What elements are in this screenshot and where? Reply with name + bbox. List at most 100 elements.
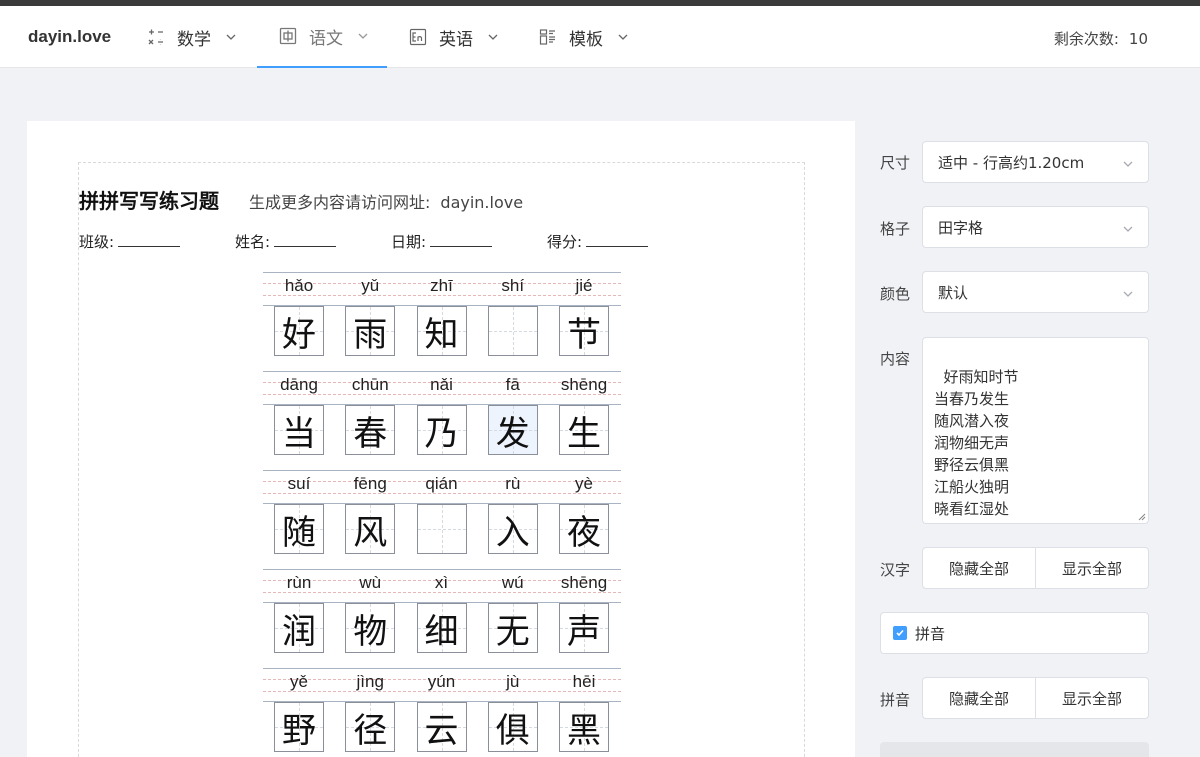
nav-english[interactable]: 英语 [409, 6, 499, 68]
nav-math[interactable]: 数学 [147, 6, 237, 68]
tianzige-cell[interactable] [487, 306, 538, 356]
chevron-down-icon [1122, 221, 1134, 233]
practice-row: yě 野 jìng 径 yún 云 jù 俱 hēi 黑 [263, 668, 621, 752]
field-class: 班级: [79, 231, 181, 252]
subtitle-text: 生成更多内容请访问网址: [249, 193, 431, 212]
tianzige-cell[interactable]: 黑 [559, 702, 609, 752]
pinyin-text: yè [575, 474, 593, 493]
hanzi-button-group: 隐藏全部 显示全部 [922, 547, 1149, 589]
tianzige-cell[interactable]: 节 [559, 306, 609, 356]
pinyin-text: yǔ [361, 276, 380, 295]
pinyin-text: jìng [356, 672, 384, 691]
tianzige-cell[interactable]: 风 [345, 504, 396, 554]
nav-math-label: 数学 [177, 29, 211, 50]
hanzi-show-all-button[interactable]: 显示全部 [1036, 547, 1149, 589]
tianzige-cell[interactable]: 好 [274, 306, 324, 356]
pinyin-text: fā [505, 375, 520, 394]
tianzige-cell[interactable]: 俱 [487, 702, 538, 752]
tianzige-cell[interactable]: 当 [274, 405, 324, 455]
hanzi-char: 黑 [567, 710, 601, 751]
tianzige-cell[interactable]: 随 [274, 504, 324, 554]
tianzige-cell[interactable]: 夜 [559, 504, 609, 554]
chevron-down-icon [1122, 286, 1134, 298]
tianzige-cell[interactable]: 入 [487, 504, 538, 554]
tianzige-cell[interactable]: 物 [345, 603, 396, 653]
pinyin-text: hǎo [284, 276, 314, 295]
tianzige-cell[interactable]: 乃 [416, 405, 467, 455]
brand-logo[interactable]: dayin.love [28, 27, 111, 47]
nav-template[interactable]: 模板 [539, 6, 629, 68]
content-text: 好雨知时节 当春乃发生 随风潜入夜 润物细无声 野径云俱黑 江船火独明 晓看红湿… [934, 368, 1019, 523]
hanzi-char: 发 [495, 413, 530, 454]
pinyin-text: rù [505, 474, 521, 493]
hanzi-label: 汉字 [880, 561, 911, 579]
color-value: 默认 [938, 283, 969, 302]
nav-chinese-label: 语文 [309, 28, 343, 49]
hanzi-char: 随 [282, 512, 316, 553]
chinese-icon [279, 27, 297, 45]
tianzige-cell[interactable]: 野 [274, 702, 324, 752]
hanzi-char: 春 [353, 413, 388, 454]
hanzi-char: 声 [567, 611, 601, 652]
bottom-action-button[interactable] [880, 742, 1149, 757]
tianzige-cell[interactable]: 发 [487, 405, 538, 455]
size-select[interactable]: 适中 - 行高约1.20cm [922, 141, 1149, 183]
pinyin-text: rùn [286, 573, 312, 592]
color-label: 颜色 [880, 285, 911, 303]
remaining-count: 剩余次数: 10 [1054, 28, 1148, 49]
field-name-label: 姓名: [235, 233, 271, 251]
pinyin-hide-all-button[interactable]: 隐藏全部 [922, 677, 1036, 719]
hanzi-char: 无 [495, 611, 530, 652]
hanzi-char: 夜 [567, 512, 601, 553]
resize-handle-icon[interactable] [1138, 513, 1146, 521]
tianzige-cell[interactable]: 春 [345, 405, 396, 455]
pinyin-text: yún [427, 672, 456, 691]
chevron-down-icon [357, 30, 369, 42]
color-select[interactable]: 默认 [922, 271, 1149, 313]
tianzige-cell[interactable]: 云 [416, 702, 467, 752]
field-score-label: 得分: [547, 233, 583, 251]
tianzige-cell[interactable] [416, 504, 467, 554]
tianzige-cell[interactable]: 生 [559, 405, 609, 455]
pinyin-text: nǎi [430, 375, 453, 394]
grid-select[interactable]: 田字格 [922, 206, 1149, 248]
pinyin-button-group: 隐藏全部 显示全部 [922, 677, 1149, 719]
hanzi-char: 生 [567, 413, 601, 454]
hanzi-char: 好 [282, 314, 316, 355]
hanzi-char: 雨 [353, 314, 388, 355]
size-label: 尺寸 [880, 154, 911, 172]
tianzige-cell[interactable]: 无 [487, 603, 538, 653]
worksheet-paper: 拼拼写写练习题 生成更多内容请访问网址: dayin.love 班级: 姓名: 日… [27, 121, 855, 757]
chevron-down-icon [487, 31, 499, 43]
tianzige-cell[interactable]: 细 [416, 603, 467, 653]
chevron-down-icon [225, 31, 237, 43]
top-nav: dayin.love 数学 语文 英语 模板 剩余次数: 10 [0, 6, 1200, 68]
pinyin-text: xì [434, 573, 449, 592]
pinyin-text: qián [425, 474, 458, 493]
print-area: 拼拼写写练习题 生成更多内容请访问网址: dayin.love 班级: 姓名: 日… [78, 162, 805, 757]
hanzi-char: 乃 [424, 413, 459, 454]
field-score: 得分: [547, 231, 649, 252]
subtitle-url: dayin.love [440, 193, 524, 212]
pinyin-text: chūn [351, 375, 389, 394]
pinyin-show-all-button[interactable]: 显示全部 [1036, 677, 1149, 719]
content-textarea[interactable]: 好雨知时节 当春乃发生 随风潜入夜 润物细无声 野径云俱黑 江船火独明 晓看红湿… [922, 337, 1149, 524]
tianzige-cell[interactable]: 润 [274, 603, 324, 653]
tianzige-cell[interactable]: 知 [416, 306, 467, 356]
pinyin-text: shēng [560, 573, 608, 592]
tianzige-cell[interactable]: 雨 [345, 306, 396, 356]
checkbox-checked-icon[interactable] [893, 626, 907, 640]
pinyin-checkbox-row[interactable]: 拼音 [880, 612, 1149, 654]
hanzi-char: 入 [495, 512, 530, 553]
tianzige-cell[interactable]: 声 [559, 603, 609, 653]
nav-chinese[interactable]: 语文 [257, 6, 387, 68]
template-icon [539, 28, 557, 46]
practice-row: rùn 润 wù 物 xì 细 wú 无 shēng 声 [263, 569, 621, 653]
practice-row: dāng 当 chūn 春 nǎi 乃 fā 发 shēng 生 [263, 371, 621, 455]
hanzi-char: 润 [282, 611, 316, 652]
hanzi-char: 节 [567, 314, 601, 355]
tianzige-cell[interactable]: 径 [345, 702, 396, 752]
field-date-label: 日期: [391, 233, 427, 251]
pinyin-text: fēng [353, 474, 387, 493]
hanzi-hide-all-button[interactable]: 隐藏全部 [922, 547, 1036, 589]
